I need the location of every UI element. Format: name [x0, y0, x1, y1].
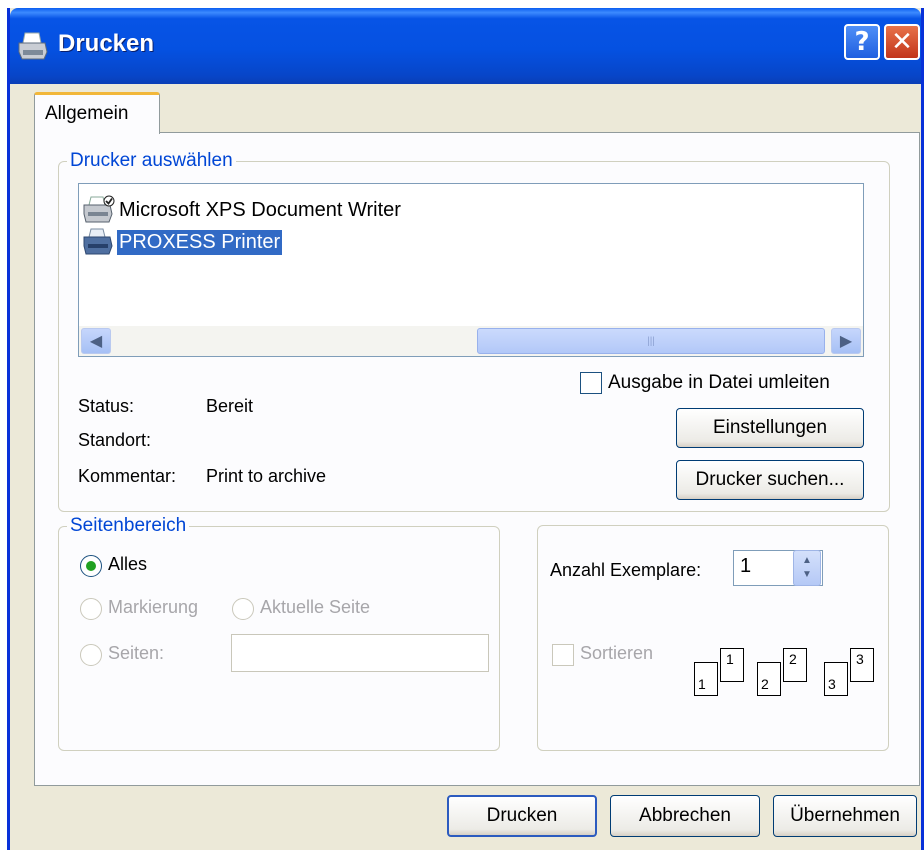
print-button[interactable]: Drucken	[447, 795, 597, 837]
printer-list[interactable]: Microsoft XPS Document Writer PROXESS Pr…	[78, 183, 864, 357]
collate-label: Sortieren	[580, 643, 654, 663]
radio-all-label: Alles	[108, 554, 148, 574]
collate-page-front: 1	[694, 662, 718, 696]
location-label: Standort:	[78, 430, 152, 450]
close-button[interactable]: ✕	[884, 24, 920, 60]
collate-page-front: 2	[757, 662, 781, 696]
horizontal-scrollbar[interactable]: ◀ ||| ▶	[79, 326, 863, 356]
settings-button[interactable]: Einstellungen	[676, 408, 864, 448]
pages-input[interactable]	[231, 634, 489, 672]
radio-all[interactable]	[80, 555, 102, 577]
output-to-file-checkbox[interactable]	[580, 372, 602, 394]
status-value: Bereit	[206, 396, 254, 416]
spin-down-icon[interactable]: ▼	[794, 568, 820, 582]
output-to-file-label: Ausgabe in Datei umleiten	[608, 372, 830, 393]
title-bar[interactable]: Drucken ? ✕	[10, 8, 921, 84]
collate-page-back: 2	[783, 648, 807, 682]
radio-pages-label: Seiten:	[108, 643, 165, 663]
copies-spinner[interactable]: ▲ ▼	[793, 550, 821, 586]
tab-allgemein[interactable]: Allgemein	[34, 92, 160, 134]
printer-icon	[83, 228, 113, 255]
radio-selection-label: Markierung	[108, 597, 199, 617]
collate-page-front: 3	[824, 662, 848, 696]
comment-label: Kommentar:	[78, 466, 177, 486]
printer-name: Microsoft XPS Document Writer	[119, 198, 401, 221]
collate-page-back: 1	[720, 648, 744, 682]
radio-current-page[interactable]	[232, 598, 254, 620]
list-item[interactable]: Microsoft XPS Document Writer	[81, 194, 403, 226]
scroll-right-icon[interactable]: ▶	[831, 328, 861, 354]
comment-value: Print to archive	[206, 466, 327, 486]
radio-selection[interactable]	[80, 598, 102, 620]
find-printer-button[interactable]: Drucker suchen...	[676, 460, 864, 500]
apply-button[interactable]: Übernehmen	[773, 795, 917, 837]
help-button[interactable]: ?	[844, 24, 880, 60]
printer-group-legend: Drucker auswählen	[70, 150, 233, 171]
page-range-group: Seitenbereich	[58, 515, 500, 751]
printer-default-icon	[83, 195, 115, 223]
radio-pages[interactable]	[80, 644, 102, 666]
status-label: Status:	[78, 396, 135, 416]
cancel-button[interactable]: Abbrechen	[610, 795, 760, 837]
scrollbar-thumb[interactable]: |||	[477, 328, 825, 354]
window-title: Drucken	[58, 30, 155, 57]
printer-name: PROXESS Printer	[117, 229, 283, 255]
printer-icon	[18, 32, 48, 60]
scroll-left-icon[interactable]: ◀	[81, 328, 111, 354]
copies-count-label: Anzahl Exemplare:	[550, 560, 702, 580]
copies-group	[537, 525, 889, 751]
spin-up-icon[interactable]: ▲	[794, 554, 820, 568]
collate-page-back: 3	[850, 648, 874, 682]
collate-checkbox[interactable]	[552, 644, 574, 666]
page-range-legend: Seitenbereich	[70, 515, 187, 536]
list-item[interactable]: PROXESS Printer	[81, 226, 283, 258]
radio-current-page-label: Aktuelle Seite	[260, 597, 371, 617]
